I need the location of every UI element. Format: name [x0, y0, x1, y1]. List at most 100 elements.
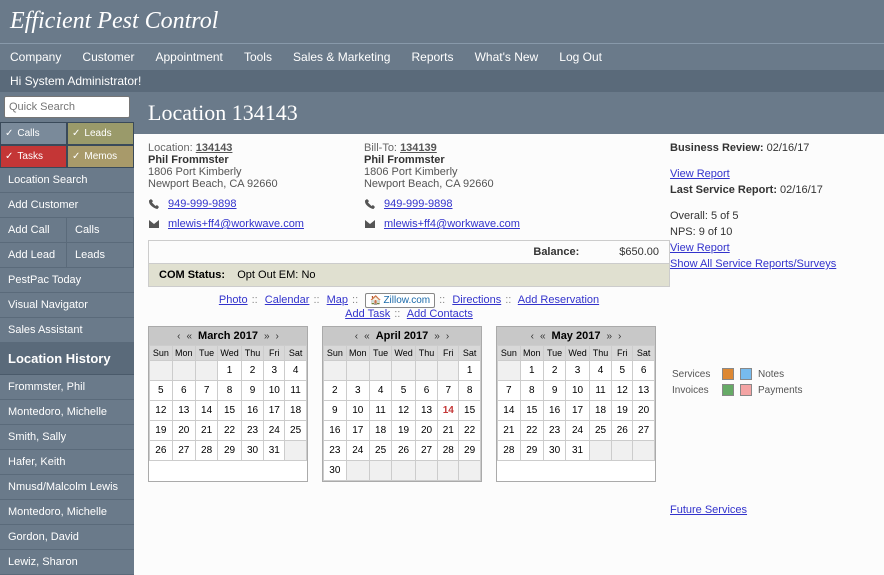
calendar-day[interactable]: 5: [150, 381, 173, 401]
calendar-day[interactable]: 22: [520, 421, 543, 441]
billto-email[interactable]: mlewis+ff4@workwave.com: [384, 218, 520, 230]
show-all-reports-link[interactable]: Show All Service Reports/Surveys: [670, 258, 836, 270]
calendar-day[interactable]: 27: [633, 421, 655, 441]
calendar-day[interactable]: 7: [438, 381, 459, 401]
calendar-day[interactable]: 18: [369, 421, 391, 441]
history-item[interactable]: Smith, Sally: [0, 425, 134, 450]
calendar-day[interactable]: 29: [459, 441, 481, 461]
calendar-day[interactable]: 22: [459, 421, 481, 441]
location-phone[interactable]: 949-999-9898: [168, 198, 237, 210]
calendar-day[interactable]: 11: [589, 381, 612, 401]
add-task-link[interactable]: Add Task: [345, 308, 390, 320]
calendar-day[interactable]: 5: [612, 361, 633, 381]
calendar-day[interactable]: 4: [589, 361, 612, 381]
calendar-day[interactable]: 27: [172, 441, 195, 461]
calendar-day[interactable]: 23: [241, 421, 264, 441]
calendar-day[interactable]: 28: [195, 441, 217, 461]
calendar-day[interactable]: 8: [218, 381, 242, 401]
map-link[interactable]: Map: [327, 294, 348, 306]
calendar-day[interactable]: 1: [218, 361, 242, 381]
history-item[interactable]: Nmusd/Malcolm Lewis: [0, 475, 134, 500]
sidebar-leads[interactable]: Leads: [67, 243, 134, 268]
cal-next[interactable]: »: [264, 331, 270, 342]
calendar-day[interactable]: 23: [543, 421, 565, 441]
calendar-day[interactable]: 6: [633, 361, 655, 381]
calendar-day[interactable]: 16: [543, 401, 565, 421]
view-report-link-2[interactable]: View Report: [670, 242, 730, 254]
calendar-day[interactable]: 19: [150, 421, 173, 441]
calendar-day[interactable]: 26: [612, 421, 633, 441]
calendar-day[interactable]: 14: [438, 401, 459, 421]
calendar-day[interactable]: 21: [498, 421, 521, 441]
sidebar-add-call[interactable]: Add Call: [0, 218, 67, 243]
calendar-day[interactable]: 26: [392, 441, 416, 461]
sidebar-location-search[interactable]: Location Search: [0, 168, 134, 193]
cal-prev-fast[interactable]: ‹: [177, 331, 180, 342]
calendar-day[interactable]: 16: [324, 421, 347, 441]
calendar-day[interactable]: 21: [195, 421, 217, 441]
calendar-day[interactable]: 25: [589, 421, 612, 441]
menu-sales[interactable]: Sales & Marketing: [293, 50, 390, 64]
calendar-day[interactable]: 28: [438, 441, 459, 461]
billto-id[interactable]: 134139: [400, 142, 437, 154]
calendar-day[interactable]: 2: [241, 361, 264, 381]
calendar-day[interactable]: 25: [369, 441, 391, 461]
cal-next-fast[interactable]: ›: [276, 331, 279, 342]
tab-memos[interactable]: ✓Memos: [67, 145, 134, 168]
calendar-day[interactable]: 3: [346, 381, 369, 401]
calendar-day[interactable]: 14: [498, 401, 521, 421]
tab-calls[interactable]: ✓Calls: [0, 122, 67, 145]
calendar-day[interactable]: 24: [566, 421, 590, 441]
calendar-day[interactable]: 10: [566, 381, 590, 401]
calendar-day[interactable]: 5: [392, 381, 416, 401]
calendar-day[interactable]: 12: [150, 401, 173, 421]
menu-reports[interactable]: Reports: [411, 50, 453, 64]
menu-whatsnew[interactable]: What's New: [475, 50, 539, 64]
calendar-day[interactable]: 11: [285, 381, 307, 401]
calendar-day[interactable]: 4: [369, 381, 391, 401]
history-item[interactable]: Frommster, Phil: [0, 375, 134, 400]
location-email[interactable]: mlewis+ff4@workwave.com: [168, 218, 304, 230]
calendar-day[interactable]: 15: [218, 401, 242, 421]
billto-phone[interactable]: 949-999-9898: [384, 198, 453, 210]
calendar-day[interactable]: 30: [543, 441, 565, 461]
calendar-day[interactable]: 20: [633, 401, 655, 421]
history-item[interactable]: Hafer, Keith: [0, 450, 134, 475]
calendar-day[interactable]: 29: [218, 441, 242, 461]
calendar-day[interactable]: 9: [324, 401, 347, 421]
calendar-day[interactable]: 9: [543, 381, 565, 401]
sidebar-calls[interactable]: Calls: [67, 218, 134, 243]
cal-prev[interactable]: «: [364, 331, 370, 342]
calendar-day[interactable]: 9: [241, 381, 264, 401]
cal-prev-fast[interactable]: ‹: [355, 331, 358, 342]
calendar-day[interactable]: 10: [346, 401, 369, 421]
calendar-day[interactable]: 22: [218, 421, 242, 441]
calendar-day[interactable]: 8: [459, 381, 481, 401]
calendar-day[interactable]: 7: [195, 381, 217, 401]
calendar-day[interactable]: 27: [415, 441, 438, 461]
calendar-day[interactable]: 11: [369, 401, 391, 421]
calendar-day[interactable]: 31: [566, 441, 590, 461]
calendar-day[interactable]: 31: [264, 441, 285, 461]
calendar-day[interactable]: 6: [415, 381, 438, 401]
history-item[interactable]: Montedoro, Michelle: [0, 500, 134, 525]
calendar-day[interactable]: 3: [264, 361, 285, 381]
calendar-day[interactable]: 12: [392, 401, 416, 421]
history-item[interactable]: Montedoro, Michelle: [0, 400, 134, 425]
calendar-day[interactable]: 18: [285, 401, 307, 421]
future-services-link[interactable]: Future Services: [670, 504, 747, 516]
sidebar-add-customer[interactable]: Add Customer: [0, 193, 134, 218]
sidebar-visual-navigator[interactable]: Visual Navigator: [0, 293, 134, 318]
add-contacts-link[interactable]: Add Contacts: [407, 308, 473, 320]
cal-next[interactable]: »: [434, 331, 440, 342]
calendar-day[interactable]: 21: [438, 421, 459, 441]
tab-leads[interactable]: ✓Leads: [67, 122, 134, 145]
add-reservation-link[interactable]: Add Reservation: [518, 294, 599, 306]
calendar-day[interactable]: 17: [566, 401, 590, 421]
zillow-link[interactable]: Zillow.com: [365, 293, 435, 308]
sidebar-add-lead[interactable]: Add Lead: [0, 243, 67, 268]
calendar-day[interactable]: 4: [285, 361, 307, 381]
history-item[interactable]: Gordon, David: [0, 525, 134, 550]
menu-tools[interactable]: Tools: [244, 50, 272, 64]
cal-next[interactable]: »: [606, 331, 612, 342]
